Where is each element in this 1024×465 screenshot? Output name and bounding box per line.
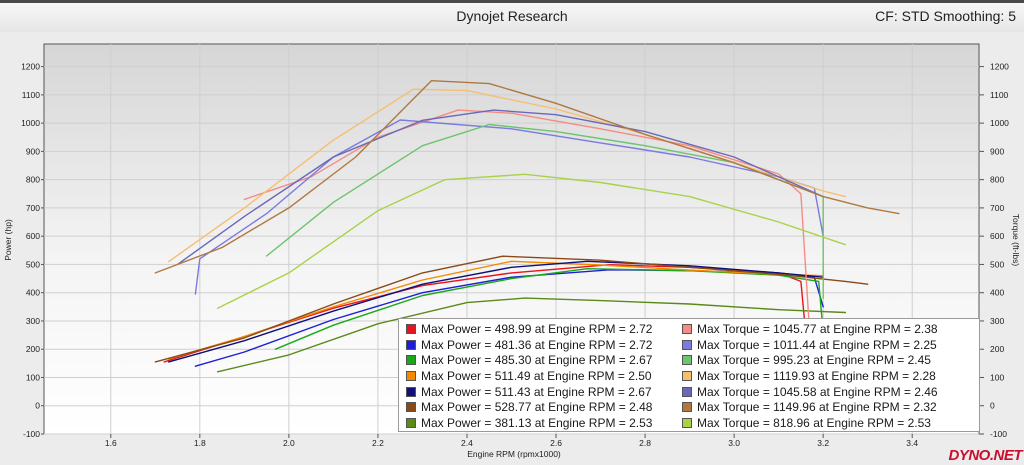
legend-swatch bbox=[682, 386, 692, 397]
legend-label: Max Torque = 1045.58 at Engine RPM = 2.4… bbox=[697, 384, 938, 399]
legend-item-torque: Max Torque = 1045.77 at Engine RPM = 2.3… bbox=[678, 321, 978, 337]
legend-swatch bbox=[406, 339, 416, 350]
legend-item-power: Max Power = 528.77 at Engine RPM = 2.48 bbox=[402, 399, 678, 415]
y-tick-label-right: 400 bbox=[990, 288, 1004, 298]
legend-item-torque: Max Torque = 995.23 at Engine RPM = 2.45 bbox=[678, 352, 978, 368]
y-tick-label-right: 1000 bbox=[990, 118, 1009, 128]
y-axis-left-title: Power (hp) bbox=[3, 219, 13, 261]
y-tick-label-right: 300 bbox=[990, 316, 1004, 326]
y-tick-label-left: 0 bbox=[35, 401, 40, 411]
y-tick-label-right: 0 bbox=[990, 401, 995, 411]
y-tick-label-right: 200 bbox=[990, 344, 1004, 354]
legend-label: Max Power = 381.13 at Engine RPM = 2.53 bbox=[421, 415, 653, 430]
legend-item-power: Max Power = 485.30 at Engine RPM = 2.67 bbox=[402, 352, 678, 368]
legend-swatch bbox=[682, 370, 692, 381]
legend-item-power: Max Power = 511.49 at Engine RPM = 2.50 bbox=[402, 368, 678, 384]
legend-swatch bbox=[406, 386, 416, 397]
legend-item-power: Max Power = 511.43 at Engine RPM = 2.67 bbox=[402, 384, 678, 400]
y-tick-label-right: 1100 bbox=[990, 90, 1009, 100]
x-tick-label: 2.6 bbox=[550, 438, 562, 448]
legend-label: Max Torque = 995.23 at Engine RPM = 2.45 bbox=[697, 353, 931, 368]
x-tick-label: 1.6 bbox=[105, 438, 117, 448]
dyno-net-watermark: DYNO.NET bbox=[948, 447, 1022, 464]
x-axis-title: Engine RPM (rpmx1000) bbox=[467, 449, 561, 459]
y-tick-label-right: 1200 bbox=[990, 62, 1009, 72]
y-tick-label-right: 900 bbox=[990, 146, 1004, 156]
y-tick-label-left: 1100 bbox=[22, 90, 41, 100]
legend-swatch bbox=[406, 323, 416, 334]
y-tick-label-right: 800 bbox=[990, 175, 1004, 185]
legend-swatch bbox=[406, 355, 416, 366]
y-tick-label-left: 900 bbox=[26, 146, 40, 156]
legend-item-torque: Max Torque = 1149.96 at Engine RPM = 2.3… bbox=[678, 399, 978, 415]
y-axis-right-title: Torque (ft-lbs) bbox=[1011, 214, 1021, 267]
x-tick-label: 3.4 bbox=[906, 438, 918, 448]
y-tick-label-left: 400 bbox=[26, 288, 40, 298]
y-tick-label-left: 100 bbox=[26, 372, 40, 382]
legend-swatch bbox=[682, 402, 692, 413]
legend-item-torque: Max Torque = 1011.44 at Engine RPM = 2.2… bbox=[678, 337, 978, 353]
legend-swatch bbox=[406, 417, 416, 428]
y-tick-label-left: 500 bbox=[26, 259, 40, 269]
legend-item-torque: Max Torque = 818.96 at Engine RPM = 2.53 bbox=[678, 415, 978, 431]
legend-item-power: Max Power = 498.99 at Engine RPM = 2.72 bbox=[402, 321, 678, 337]
legend-label: Max Power = 485.30 at Engine RPM = 2.67 bbox=[421, 353, 653, 368]
y-tick-label-right: 100 bbox=[990, 372, 1004, 382]
legend-swatch bbox=[682, 355, 692, 366]
legend-label: Max Torque = 1011.44 at Engine RPM = 2.2… bbox=[697, 337, 937, 352]
x-tick-label: 1.8 bbox=[194, 438, 206, 448]
legend-label: Max Torque = 1045.77 at Engine RPM = 2.3… bbox=[697, 321, 938, 336]
y-tick-label-left: 1000 bbox=[21, 118, 40, 128]
y-tick-label-right: -100 bbox=[990, 429, 1007, 439]
y-tick-label-left: 700 bbox=[26, 203, 40, 213]
legend-label: Max Power = 511.49 at Engine RPM = 2.50 bbox=[421, 368, 652, 383]
y-tick-label-left: 200 bbox=[26, 344, 40, 354]
y-tick-label-left: 300 bbox=[26, 316, 40, 326]
legend-label: Max Torque = 1149.96 at Engine RPM = 2.3… bbox=[697, 400, 937, 415]
y-tick-label-right: 500 bbox=[990, 259, 1004, 269]
x-tick-label: 2.8 bbox=[639, 438, 651, 448]
x-tick-label: 2.4 bbox=[461, 438, 473, 448]
y-tick-label-left: -100 bbox=[23, 429, 40, 439]
y-tick-label-left: 600 bbox=[26, 231, 40, 241]
legend-label: Max Torque = 818.96 at Engine RPM = 2.53 bbox=[697, 415, 931, 430]
y-tick-label-left: 800 bbox=[26, 175, 40, 185]
legend-label: Max Power = 481.36 at Engine RPM = 2.72 bbox=[421, 337, 653, 352]
legend-swatch bbox=[682, 339, 692, 350]
legend-swatch bbox=[682, 417, 692, 428]
legend-item-power: Max Power = 381.13 at Engine RPM = 2.53 bbox=[402, 415, 678, 431]
legend-swatch bbox=[682, 323, 692, 334]
x-tick-label: 2.2 bbox=[372, 438, 384, 448]
x-tick-label: 2.0 bbox=[283, 438, 295, 448]
y-tick-label-left: 1200 bbox=[21, 62, 40, 72]
legend-label: Max Power = 528.77 at Engine RPM = 2.48 bbox=[421, 400, 653, 415]
legend-label: Max Torque = 1119.93 at Engine RPM = 2.2… bbox=[697, 368, 936, 383]
legend-item-power: Max Power = 481.36 at Engine RPM = 2.72 bbox=[402, 337, 678, 353]
y-tick-label-right: 700 bbox=[990, 203, 1004, 213]
x-tick-label: 3.2 bbox=[817, 438, 829, 448]
legend-item-torque: Max Torque = 1119.93 at Engine RPM = 2.2… bbox=[678, 368, 978, 384]
x-tick-label: 3.0 bbox=[728, 438, 740, 448]
legend-box: Max Power = 498.99 at Engine RPM = 2.72 M… bbox=[398, 318, 980, 432]
legend-label: Max Power = 498.99 at Engine RPM = 2.72 bbox=[421, 321, 653, 336]
legend-swatch bbox=[406, 370, 416, 381]
legend-item-torque: Max Torque = 1045.58 at Engine RPM = 2.4… bbox=[678, 384, 978, 400]
y-tick-label-right: 600 bbox=[990, 231, 1004, 241]
legend-label: Max Power = 511.43 at Engine RPM = 2.67 bbox=[421, 384, 652, 399]
legend-swatch bbox=[406, 402, 416, 413]
